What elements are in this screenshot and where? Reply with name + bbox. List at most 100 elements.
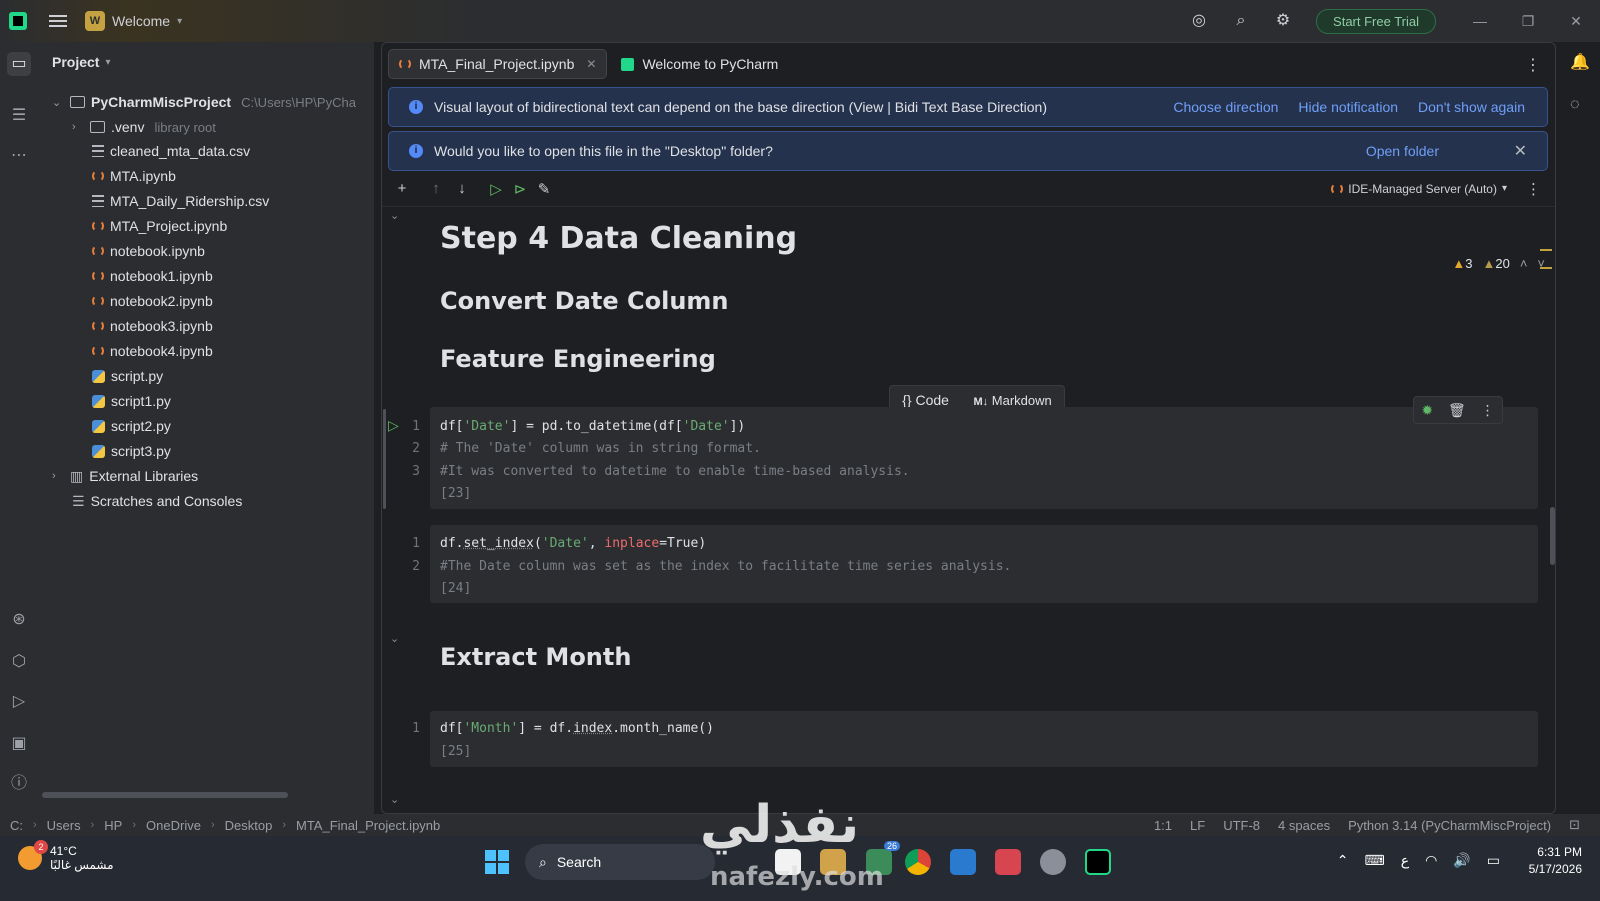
breadcrumb-item[interactable]: HP xyxy=(104,818,122,833)
tree-item-scratches[interactable]: ☰ Scratches and Consoles xyxy=(72,489,242,513)
run-cell-icon[interactable]: ▷ xyxy=(488,180,504,198)
main-menu-icon[interactable] xyxy=(49,15,67,27)
chevron-down-icon[interactable]: ⌄ xyxy=(52,96,64,109)
breadcrumb-item[interactable]: MTA_Final_Project.ipynb xyxy=(296,818,440,833)
restore-button[interactable]: ❐ xyxy=(1504,13,1552,30)
server-selector[interactable]: IDE-Managed Server (Auto) ▾ xyxy=(1331,182,1507,196)
keyboard-icon[interactable]: ⌨ xyxy=(1365,852,1385,869)
terminal-icon[interactable]: ▣ xyxy=(7,732,31,756)
wifi-icon[interactable]: ◠ xyxy=(1425,852,1437,869)
weather-widget[interactable]: 2 41°C مشمس غالبًا xyxy=(18,840,114,872)
taskbar-search[interactable]: ⌕ Search xyxy=(525,844,715,880)
volume-icon[interactable]: 🔊 xyxy=(1453,852,1470,869)
chrome-icon[interactable] xyxy=(905,849,931,875)
run-cell-icon[interactable]: ▷ xyxy=(388,417,399,434)
database-app-icon[interactable] xyxy=(995,849,1021,875)
tree-item-file[interactable]: MTA.ipynb xyxy=(92,164,176,188)
code-cell[interactable]: 1 df['Date'] = pd.to_datetime(df['Date'])… xyxy=(412,407,1538,509)
start-free-trial-button[interactable]: Start Free Trial xyxy=(1316,8,1436,34)
services-icon[interactable]: ⬡ xyxy=(7,650,31,674)
pycharm-taskbar-icon[interactable] xyxy=(1085,849,1111,875)
search-icon[interactable]: ⌕ xyxy=(1231,11,1251,31)
structure-icon[interactable]: ☰ xyxy=(7,104,31,128)
code-cell[interactable]: 1 df['Month'] = df.index.month_name() [25… xyxy=(412,711,1538,767)
run-icon[interactable]: ▷ xyxy=(7,690,31,714)
problems-icon[interactable]: ⓘ xyxy=(7,772,31,796)
move-up-icon[interactable]: ↑ xyxy=(428,180,444,197)
add-code-cell-button[interactable]: {} Code xyxy=(902,392,949,408)
add-markdown-cell-button[interactable]: M↓ Markdown xyxy=(973,393,1051,408)
tree-item-file[interactable]: MTA_Project.ipynb xyxy=(92,214,227,238)
chevron-right-icon[interactable]: › xyxy=(72,121,84,133)
fold-icon[interactable]: ⌄ xyxy=(390,793,399,806)
python-packages-icon[interactable]: ⊛ xyxy=(7,608,31,632)
tree-item-file[interactable]: notebook2.ipynb xyxy=(92,289,213,313)
tree-item-external-libraries[interactable]: › ▥ External Libraries xyxy=(52,464,198,488)
python-interpreter[interactable]: Python 3.14 (PyCharmMiscProject) xyxy=(1348,818,1551,833)
open-folder-link[interactable]: Open folder xyxy=(1366,143,1439,159)
dont-show-again-link[interactable]: Don't show again xyxy=(1418,99,1525,115)
tree-item-file[interactable]: notebook1.ipynb xyxy=(92,264,213,288)
file-encoding[interactable]: UTF-8 xyxy=(1223,818,1260,833)
chevron-up-icon[interactable]: ˄ xyxy=(1520,256,1528,271)
run-all-icon[interactable]: ⊳ xyxy=(512,180,528,198)
caret-position[interactable]: 1:1 xyxy=(1154,818,1172,833)
delete-cell-icon[interactable]: 🗑 xyxy=(1448,402,1466,419)
tree-item-file[interactable]: MTA_Daily_Ridership.csv xyxy=(92,189,269,213)
tab-welcome[interactable]: Welcome to PyCharm xyxy=(611,49,788,79)
tree-item-file[interactable]: notebook3.ipynb xyxy=(92,314,213,338)
close-window-button[interactable]: ✕ xyxy=(1552,13,1600,30)
breadcrumb-item[interactable]: OneDrive xyxy=(146,818,201,833)
add-cell-icon[interactable]: + xyxy=(394,180,410,197)
inspection-widget[interactable]: ▲3 ▲20 ˄ ˅ xyxy=(1452,256,1545,271)
notifications-icon[interactable]: 🔔 xyxy=(1570,52,1590,72)
close-icon[interactable]: ✕ xyxy=(1514,141,1527,161)
tree-item-file[interactable]: script3.py xyxy=(92,439,171,463)
vscode-icon[interactable] xyxy=(950,849,976,875)
hide-notification-link[interactable]: Hide notification xyxy=(1298,99,1398,115)
tree-root[interactable]: ⌄ PyCharmMiscProject C:\Users\HP\PyCha xyxy=(52,90,356,114)
project-panel-header[interactable]: Project ▾ xyxy=(38,42,374,82)
code-cell[interactable]: 1 df.set_index('Date', inplace=True) 2 #Th… xyxy=(412,525,1538,603)
lock-icon[interactable]: ⊡ xyxy=(1569,817,1580,833)
clear-outputs-icon[interactable]: ✎ xyxy=(536,180,552,198)
debug-cell-icon[interactable]: ✹ xyxy=(1421,402,1433,419)
language-indicator[interactable]: ع xyxy=(1401,852,1409,869)
vertical-scrollbar[interactable] xyxy=(1550,507,1555,565)
settings-icon[interactable] xyxy=(1040,849,1066,875)
notebook-more-icon[interactable]: ⋮ xyxy=(1526,180,1541,198)
move-down-icon[interactable]: ↓ xyxy=(454,180,470,197)
windows-start-icon[interactable] xyxy=(485,850,509,874)
battery-icon[interactable]: ▭ xyxy=(1487,852,1500,869)
fold-icon[interactable]: ⌄ xyxy=(390,209,399,222)
line-separator[interactable]: LF xyxy=(1190,818,1205,833)
tree-item-file[interactable]: script2.py xyxy=(92,414,171,438)
indent-setting[interactable]: 4 spaces xyxy=(1278,818,1330,833)
clock[interactable]: 6:31 PM 5/17/2026 xyxy=(1529,844,1582,878)
tree-item-venv[interactable]: › .venv library root xyxy=(72,115,216,139)
breadcrumb-item[interactable]: C: xyxy=(10,818,23,833)
ai-assistant-icon[interactable]: ◎ xyxy=(1189,11,1209,31)
tree-item-file[interactable]: cleaned_mta_data.csv xyxy=(92,139,250,163)
choose-direction-link[interactable]: Choose direction xyxy=(1173,99,1278,115)
breadcrumb-item[interactable]: Desktop xyxy=(225,818,273,833)
cell-more-icon[interactable]: ⋮ xyxy=(1481,402,1495,419)
project-switcher[interactable]: W Welcome ▾ xyxy=(85,11,182,31)
tree-item-file[interactable]: script.py xyxy=(92,364,163,388)
tree-item-file[interactable]: script1.py xyxy=(92,389,171,413)
settings-gear-icon[interactable]: ⚙ xyxy=(1273,11,1293,31)
ai-chat-icon[interactable]: ◌ xyxy=(1570,96,1580,114)
chevron-right-icon[interactable]: › xyxy=(52,470,64,482)
tab-mta-final-project[interactable]: MTA_Final_Project.ipynb ✕ xyxy=(388,49,608,79)
more-tools-icon[interactable]: ⋯ xyxy=(7,144,31,168)
minimize-button[interactable]: — xyxy=(1456,13,1504,29)
breadcrumb-item[interactable]: Users xyxy=(47,818,81,833)
warning-marker[interactable] xyxy=(1540,249,1552,251)
project-folder-icon[interactable]: ▭ xyxy=(7,52,31,76)
chevron-up-icon[interactable]: ⌃ xyxy=(1337,852,1349,869)
tab-more-icon[interactable]: ⋮ xyxy=(1525,55,1541,75)
fold-icon[interactable]: ⌄ xyxy=(390,632,399,645)
close-tab-icon[interactable]: ✕ xyxy=(586,57,596,71)
tree-item-file[interactable]: notebook4.ipynb xyxy=(92,339,213,363)
tree-item-file[interactable]: notebook.ipynb xyxy=(92,239,205,263)
